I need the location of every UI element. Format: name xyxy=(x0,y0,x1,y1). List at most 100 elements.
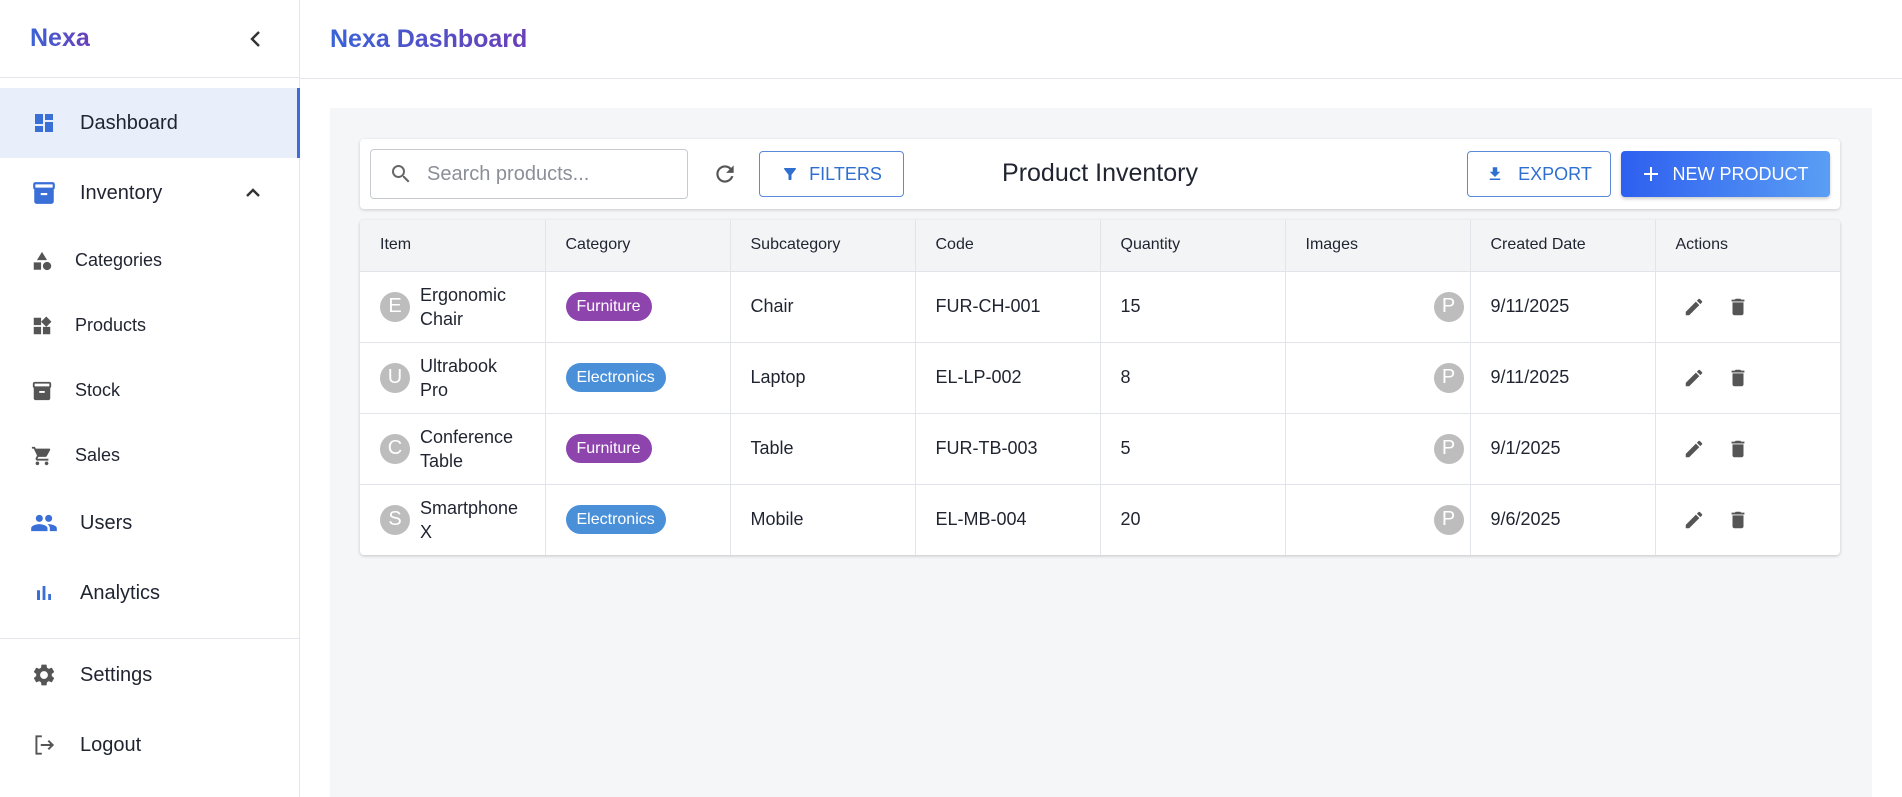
category-chip: Furniture xyxy=(565,292,652,321)
avatar: C xyxy=(380,433,410,464)
cart-icon xyxy=(30,444,54,468)
column-header[interactable]: Item xyxy=(360,220,546,272)
quantity-cell: 20 xyxy=(1100,484,1286,555)
widgets-icon xyxy=(30,314,54,338)
trash-icon xyxy=(1731,369,1744,386)
pencil-icon xyxy=(1685,440,1702,457)
code-cell: FUR-CH-001 xyxy=(915,271,1101,343)
sidebar-item-dashboard[interactable]: Dashboard xyxy=(0,88,300,158)
table-row[interactable]: U Ultrabook Pro Electronics Laptop EL-LP… xyxy=(360,342,1840,414)
table-header-row: Item Category Subcategory Code Quantity … xyxy=(360,220,1840,272)
chevron-up-icon[interactable] xyxy=(241,180,265,204)
shapes-icon xyxy=(30,249,54,273)
column-header[interactable]: Created Date xyxy=(1470,220,1656,272)
subcategory-cell: Table xyxy=(730,413,916,485)
code-cell: FUR-TB-003 xyxy=(915,413,1101,485)
edit-button[interactable] xyxy=(1682,366,1706,390)
edit-button[interactable] xyxy=(1682,437,1706,461)
table-row[interactable]: S Smartphone X Electronics Mobile EL-MB-… xyxy=(360,484,1840,555)
sidebar-item-label: Products xyxy=(75,315,147,335)
delete-button[interactable] xyxy=(1726,508,1750,532)
item-name: Conference Table xyxy=(420,426,514,471)
edit-button[interactable] xyxy=(1682,508,1706,532)
export-label: EXPORT xyxy=(1518,163,1592,184)
column-header[interactable]: Images xyxy=(1285,220,1471,272)
trash-icon xyxy=(1731,298,1744,315)
users-icon xyxy=(30,509,58,537)
pencil-icon xyxy=(1685,369,1702,386)
sidebar-item-inventory[interactable]: Inventory xyxy=(0,158,299,228)
sidebar-nav: Dashboard Inventory Categories Products xyxy=(0,78,300,628)
sidebar-item-settings[interactable]: Settings xyxy=(0,640,299,710)
delete-button[interactable] xyxy=(1726,295,1750,319)
image-thumbnail[interactable]: P xyxy=(1433,504,1464,535)
table-row[interactable]: C Conference Table Furniture Table FUR-T… xyxy=(360,413,1840,485)
archive-icon xyxy=(30,379,54,403)
quantity-cell: 8 xyxy=(1100,342,1286,414)
sidebar-item-label: Dashboard xyxy=(80,111,178,134)
sidebar-item-label: Users xyxy=(80,511,133,534)
plus-icon xyxy=(1643,167,1658,181)
page-title: Nexa Dashboard xyxy=(330,24,528,53)
edit-button[interactable] xyxy=(1682,295,1706,319)
created-date-cell: 9/11/2025 xyxy=(1470,271,1656,343)
table-row[interactable]: E Ergonomic Chair Furniture Chair FUR-CH… xyxy=(360,271,1840,343)
trash-icon xyxy=(1731,440,1744,457)
dashboard-icon xyxy=(30,109,58,137)
trash-icon xyxy=(1731,511,1744,528)
subcategory-cell: Laptop xyxy=(730,342,916,414)
column-header[interactable]: Quantity xyxy=(1100,220,1286,272)
table-title: Product Inventory xyxy=(1002,159,1198,187)
avatar: S xyxy=(380,504,410,535)
category-chip: Electronics xyxy=(565,505,666,535)
item-name: Smartphone X xyxy=(420,497,519,542)
main-content: FILTERS Product Inventory EXPORT NEW PRO… xyxy=(330,108,1872,797)
gear-icon xyxy=(30,661,58,689)
item-name: Ergonomic Chair xyxy=(420,284,507,329)
created-date-cell: 9/11/2025 xyxy=(1470,342,1656,414)
item-name: Ultrabook Pro xyxy=(420,355,498,400)
column-header[interactable]: Actions xyxy=(1655,220,1840,272)
image-thumbnail[interactable]: P xyxy=(1433,291,1464,322)
image-thumbnail[interactable]: P xyxy=(1433,362,1464,393)
column-header[interactable]: Subcategory xyxy=(730,220,916,272)
quantity-cell: 15 xyxy=(1100,271,1286,343)
sidebar-item-label: Inventory xyxy=(80,181,163,204)
bar-chart-icon xyxy=(30,579,58,607)
new-product-button[interactable]: NEW PRODUCT xyxy=(1621,151,1830,197)
sidebar-item-label: Logout xyxy=(80,733,142,756)
sidebar-item-stock[interactable]: Stock xyxy=(0,358,299,423)
sidebar-item-analytics[interactable]: Analytics xyxy=(0,558,299,628)
sidebar-item-logout[interactable]: Logout xyxy=(0,710,299,780)
sidebar-bottom-nav: Settings Logout xyxy=(0,640,299,780)
delete-button[interactable] xyxy=(1726,366,1750,390)
created-date-cell: 9/1/2025 xyxy=(1470,413,1656,485)
new-product-label: NEW PRODUCT xyxy=(1672,163,1809,184)
delete-button[interactable] xyxy=(1726,437,1750,461)
image-thumbnail[interactable]: P xyxy=(1433,433,1464,464)
brand-logo[interactable]: Nexa xyxy=(30,24,90,53)
sidebar-item-products[interactable]: Products xyxy=(0,293,299,358)
pencil-icon xyxy=(1685,298,1702,315)
subcategory-cell: Mobile xyxy=(730,484,916,555)
category-chip: Furniture xyxy=(565,434,652,463)
chevron-left-icon xyxy=(250,30,260,47)
export-button[interactable]: EXPORT xyxy=(1467,151,1611,197)
top-header: Nexa Dashboard xyxy=(300,0,1902,79)
sidebar-item-categories[interactable]: Categories xyxy=(0,228,299,293)
sidebar-item-label: Categories xyxy=(75,250,163,270)
column-header[interactable]: Code xyxy=(915,220,1101,272)
avatar: U xyxy=(380,362,410,393)
sidebar-item-users[interactable]: Users xyxy=(0,488,299,558)
quantity-cell: 5 xyxy=(1100,413,1286,485)
collapse-sidebar-button[interactable] xyxy=(241,25,269,53)
created-date-cell: 9/6/2025 xyxy=(1470,484,1656,555)
table-toolbar: FILTERS Product Inventory EXPORT NEW PRO… xyxy=(360,139,1840,209)
avatar: E xyxy=(380,291,410,322)
sidebar-item-label: Sales xyxy=(75,445,121,465)
sidebar-item-sales[interactable]: Sales xyxy=(0,423,299,488)
column-header[interactable]: Category xyxy=(545,220,731,272)
sidebar-header: Nexa xyxy=(0,0,299,78)
sidebar: Nexa Dashboard Inventory Categories Prod… xyxy=(0,0,300,797)
sidebar-item-label: Settings xyxy=(80,663,153,686)
